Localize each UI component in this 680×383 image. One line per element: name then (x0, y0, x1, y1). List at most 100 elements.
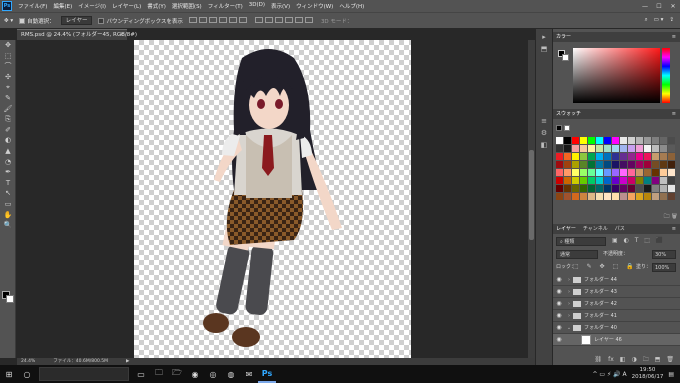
swatch[interactable] (588, 161, 595, 168)
layers-footer-icon-0[interactable]: ⛓ (594, 354, 602, 365)
swatch[interactable] (580, 177, 587, 184)
swatch[interactable] (564, 137, 571, 144)
swatch[interactable] (612, 177, 619, 184)
swatch[interactable] (668, 185, 675, 192)
swatch[interactable] (612, 161, 619, 168)
taskbar-app-6[interactable]: Ps (258, 365, 276, 383)
layer-name[interactable]: フォルダー 44 (584, 276, 617, 283)
visibility-eye-icon[interactable]: ◉ (553, 312, 565, 319)
swatch[interactable] (604, 169, 611, 176)
swatch[interactable] (604, 161, 611, 168)
swatch[interactable] (636, 153, 643, 160)
swatch[interactable] (652, 137, 659, 144)
dock-icon-4[interactable]: ◧ (536, 139, 552, 151)
swatch[interactable] (572, 177, 579, 184)
swatch[interactable] (596, 177, 603, 184)
clock[interactable]: 19:50 2018/06/17 (632, 367, 664, 381)
swatch[interactable] (620, 177, 627, 184)
tray-icons[interactable]: ^ ▭ ⚡ 🔊 A (593, 371, 627, 378)
swatch[interactable] (596, 137, 603, 144)
tab-channels[interactable]: チャンネル (583, 224, 608, 234)
tab-color[interactable]: カラー (556, 32, 571, 42)
recent-swatch[interactable] (564, 125, 570, 131)
menu-item-0[interactable]: ファイル(F) (15, 2, 50, 10)
swatch[interactable] (580, 185, 587, 192)
layer-filter-dropdown[interactable]: ⌕ 種類 (556, 237, 606, 246)
workspace-icon[interactable]: ▭ ▾ (654, 17, 664, 24)
swatch[interactable] (644, 153, 651, 160)
swatch[interactable] (644, 177, 651, 184)
menu-item-6[interactable]: フィルター(T) (205, 2, 246, 10)
layers-footer-icon-6[interactable]: 🗑 (666, 354, 674, 365)
swatch[interactable] (564, 185, 571, 192)
layer-row[interactable]: ◉ › フォルダー 42 (553, 298, 680, 310)
swatch[interactable] (556, 193, 563, 200)
lock-icons[interactable]: ⬚ ✎ ✥ ⬚ 🔒 (573, 263, 637, 270)
swatch[interactable] (612, 153, 619, 160)
swatch[interactable] (644, 193, 651, 200)
swatch[interactable] (644, 145, 651, 152)
visibility-eye-icon[interactable]: ◉ (553, 300, 565, 307)
swatch[interactable] (668, 177, 675, 184)
recent-swatch[interactable] (556, 125, 562, 131)
swatch[interactable] (572, 161, 579, 168)
layer-name[interactable]: フォルダー 41 (584, 312, 617, 319)
layers-footer-icon-5[interactable]: ⬒ (655, 354, 661, 365)
swatch[interactable] (628, 193, 635, 200)
swatch[interactable] (564, 153, 571, 160)
tool-icon-2[interactable]: ⌒ (0, 61, 16, 72)
scrollbar-thumb[interactable] (529, 150, 534, 240)
fill-field[interactable]: 100% (652, 263, 676, 272)
swatch[interactable] (668, 193, 675, 200)
swatch[interactable] (636, 145, 643, 152)
canvas[interactable] (134, 40, 411, 358)
swatch[interactable] (620, 169, 627, 176)
swatch[interactable] (628, 177, 635, 184)
swatch[interactable] (572, 137, 579, 144)
swatch[interactable] (604, 177, 611, 184)
layer-name[interactable]: フォルダー 40 (584, 324, 617, 331)
swatch[interactable] (596, 193, 603, 200)
visibility-eye-icon[interactable]: ◉ (553, 324, 565, 331)
visibility-eye-icon[interactable]: ◉ (553, 288, 565, 295)
swatch[interactable] (620, 193, 627, 200)
swatch[interactable] (644, 137, 651, 144)
taskbar-search[interactable] (39, 367, 129, 381)
color-field[interactable] (573, 48, 660, 103)
swatch[interactable] (564, 193, 571, 200)
dock-icon-3[interactable]: ⚙ (536, 127, 552, 139)
tool-icon-17[interactable]: 🔍 (0, 220, 16, 231)
swatch[interactable] (628, 145, 635, 152)
swatch[interactable] (660, 193, 667, 200)
tool-icon-14[interactable]: ↖ (0, 188, 16, 199)
document-tab[interactable]: RMS.psd @ 24.4% (フォルダー45, RGB/8#) × (17, 29, 137, 40)
layers-footer-icon-1[interactable]: fx (608, 354, 614, 365)
swatch[interactable] (588, 185, 595, 192)
zoom-level[interactable]: 24.4% (21, 358, 35, 365)
layer-row[interactable]: ◉ › フォルダー 44 (553, 274, 680, 286)
swatch[interactable] (668, 145, 675, 152)
status-arrow-icon[interactable]: ▶ (126, 358, 129, 365)
swatch[interactable] (628, 169, 635, 176)
layer-row[interactable]: ◉ レイヤー 46 (553, 334, 680, 346)
swatch[interactable] (620, 185, 627, 192)
visibility-eye-icon[interactable]: ◉ (553, 276, 565, 283)
menu-item-10[interactable]: ヘルプ(H) (336, 2, 367, 10)
swatch[interactable] (580, 145, 587, 152)
swatch[interactable] (604, 153, 611, 160)
swatch[interactable] (644, 185, 651, 192)
taskbar-app-4[interactable]: ◍ (222, 365, 240, 383)
swatch[interactable] (668, 137, 675, 144)
tool-icon-6[interactable]: 🖌 (0, 104, 16, 115)
blend-mode-dropdown[interactable]: 通常 (556, 250, 598, 259)
layer-row[interactable]: ◉ › フォルダー 43 (553, 286, 680, 298)
menu-item-7[interactable]: 3D(D) (246, 2, 268, 10)
swatch[interactable] (588, 177, 595, 184)
expand-arrow-icon[interactable]: ⌄ (565, 325, 573, 331)
align-icons[interactable] (188, 16, 249, 25)
swatch[interactable] (556, 153, 563, 160)
swatch[interactable] (588, 137, 595, 144)
swatch[interactable] (556, 161, 563, 168)
swatch[interactable] (572, 153, 579, 160)
swatch[interactable] (636, 169, 643, 176)
